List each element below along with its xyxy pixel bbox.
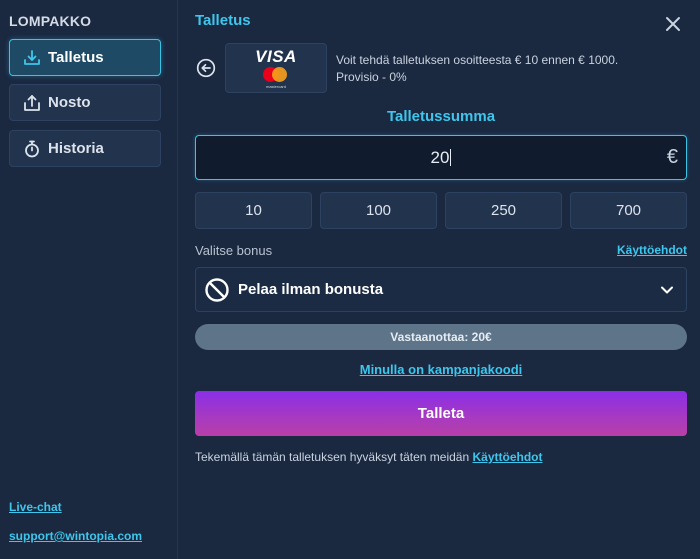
support-email-link[interactable]: support@wintopia.com — [9, 529, 142, 543]
amount-label: Talletussumma — [386, 108, 496, 125]
bonus-label: Valitse bonus — [195, 243, 273, 258]
preset-amount-button[interactable]: 10 — [195, 192, 312, 229]
payment-info: Voit tehdä talletuksen osoitteesta € 10 … — [336, 52, 618, 86]
live-chat-link[interactable]: Live-chat — [9, 500, 62, 514]
promo-code-link-text[interactable]: Minulla on kampanjakoodi — [360, 362, 523, 377]
deposit-panel: Talletus VISA mastercard Voit tehdä tall… — [179, 0, 700, 559]
sidebar-item-label: Nosto — [48, 94, 91, 111]
terms-note: Tekemällä tämän talletuksen hyväksyt tät… — [195, 450, 543, 464]
sidebar-item-deposit[interactable]: Talletus — [9, 39, 161, 76]
receive-amount-badge: Vastaanottaa: 20€ — [195, 324, 687, 350]
bonus-terms-link[interactable]: Käyttöehdot — [617, 243, 687, 257]
deposit-button[interactable]: Talleta — [195, 391, 687, 436]
payment-method-card[interactable]: VISA mastercard — [225, 43, 327, 93]
page-title: Talletus — [195, 12, 251, 29]
preset-amount-button[interactable]: 700 — [570, 192, 687, 229]
sidebar-item-label: Talletus — [48, 49, 104, 66]
commission-text: Provisio - 0% — [336, 70, 407, 84]
terms-link[interactable]: Käyttöehdot — [473, 450, 543, 464]
terms-note-text: Tekemällä tämän talletuksen hyväksyt tät… — [195, 450, 470, 464]
sidebar-item-history[interactable]: Historia — [9, 130, 161, 167]
amount-input[interactable]: 20 € — [195, 135, 687, 180]
preset-amount-button[interactable]: 250 — [445, 192, 562, 229]
sidebar-item-withdraw[interactable]: Nosto — [9, 84, 161, 121]
mastercard-logo-icon — [260, 66, 292, 84]
prohibited-icon — [204, 277, 230, 303]
mastercard-wordmark: mastercard — [265, 83, 286, 89]
upload-icon — [22, 93, 42, 113]
close-icon[interactable] — [664, 15, 682, 33]
bonus-selected-value: Pelaa ilman bonusta — [238, 281, 384, 298]
sidebar-item-label: Historia — [48, 140, 104, 157]
visa-logo: VISA — [255, 46, 297, 66]
sidebar: LOMPAKKO Talletus Nosto Historia Live-ch… — [0, 0, 178, 559]
back-arrow-icon[interactable] — [196, 58, 216, 78]
bonus-select[interactable]: Pelaa ilman bonusta — [195, 267, 687, 312]
currency-symbol: € — [666, 146, 678, 168]
text-caret — [450, 149, 452, 166]
wallet-title: LOMPAKKO — [9, 13, 92, 29]
promo-code-link: Minulla on kampanjakoodi — [195, 362, 687, 377]
chevron-down-icon — [660, 283, 674, 297]
deposit-limits-text: Voit tehdä talletuksen osoitteesta € 10 … — [336, 53, 619, 67]
download-icon — [22, 48, 42, 68]
amount-value-wrap: 20 — [196, 148, 686, 168]
amount-value: 20 — [430, 148, 450, 167]
stopwatch-icon — [22, 139, 42, 159]
preset-amount-button[interactable]: 100 — [320, 192, 437, 229]
